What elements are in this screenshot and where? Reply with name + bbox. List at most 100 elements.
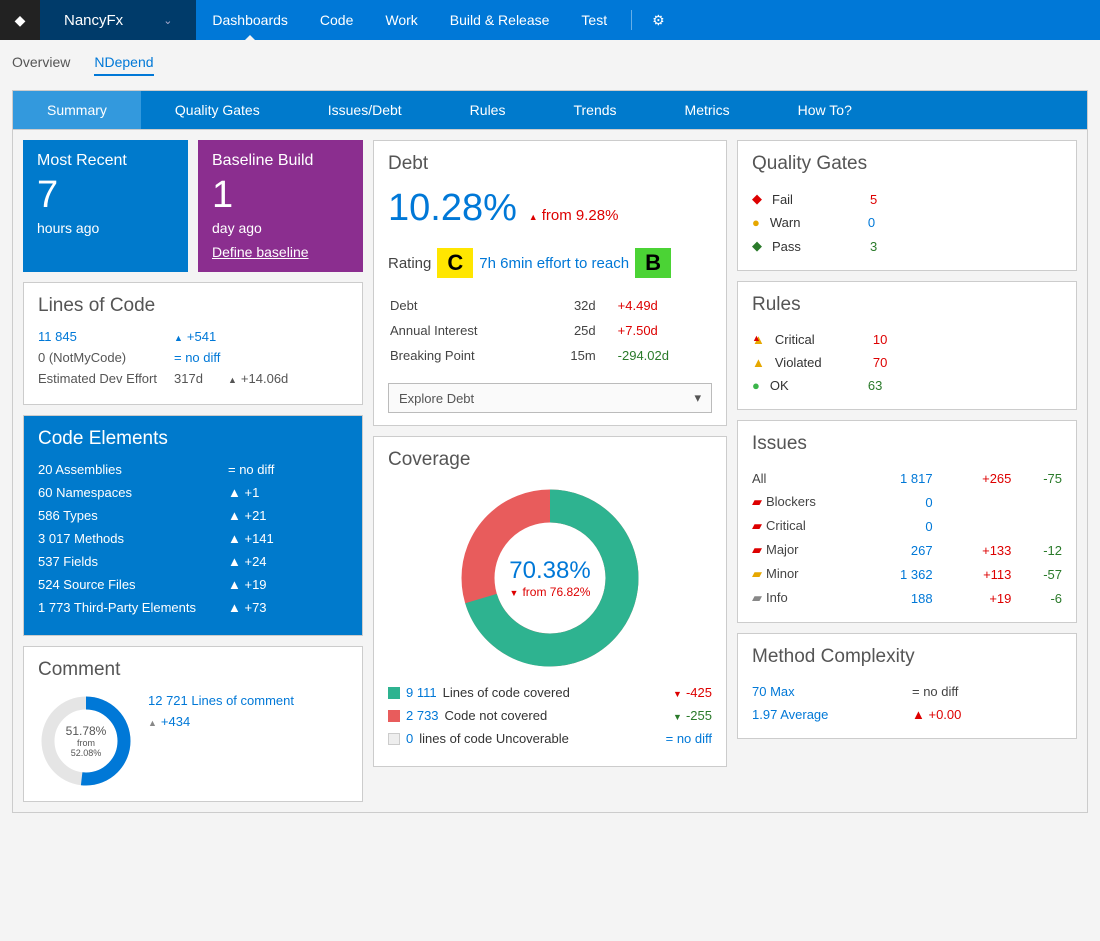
fail-icon: ◆ bbox=[752, 191, 762, 207]
gear-icon[interactable]: ⚙ bbox=[640, 12, 677, 29]
code-elem-row[interactable]: 586 Types▲ +21 bbox=[38, 508, 348, 523]
issue-row[interactable]: ▰Minor1 362+113-57 bbox=[752, 562, 1062, 586]
card-title: Code Elements bbox=[38, 428, 348, 450]
issue-row[interactable]: ▰Info188+19-6 bbox=[752, 586, 1062, 610]
debt-table: Debt32d+4.49dAnnual Interest25d+7.50dBre… bbox=[388, 292, 712, 369]
code-elem-row[interactable]: 537 Fields▲ +24 bbox=[38, 554, 348, 569]
comment-from-val: 52.08% bbox=[71, 748, 102, 758]
chevron-down-icon: ⌄ bbox=[163, 14, 172, 27]
coverage-pct: 70.38% bbox=[509, 557, 590, 585]
card-title: Method Complexity bbox=[752, 646, 1062, 668]
viol-icon: ▲ bbox=[752, 355, 765, 370]
issue-row[interactable]: ▰Critical0 bbox=[752, 514, 1062, 538]
mc-row[interactable]: 70 Max= no diff bbox=[752, 680, 1062, 703]
tile-baseline-build[interactable]: Baseline Build 1 day ago Define baseline bbox=[198, 140, 363, 272]
comment-donut: 51.78% from 52.08% bbox=[38, 693, 134, 789]
warn-icon: ● bbox=[752, 215, 760, 230]
loc-nodiff[interactable]: = no diff bbox=[174, 350, 220, 365]
loc-delta[interactable]: +541 bbox=[174, 329, 216, 344]
issue-row[interactable]: ▰Blockers0 bbox=[752, 490, 1062, 514]
card-title: Quality Gates bbox=[752, 153, 1062, 175]
loc-est-val: 317d bbox=[174, 371, 224, 386]
nav-build-release[interactable]: Build & Release bbox=[434, 0, 566, 40]
comment-pct: 51.78% bbox=[66, 724, 107, 738]
comment-count[interactable]: 12 721 Lines of comment bbox=[148, 693, 294, 708]
code-elem-row[interactable]: 1 773 Third-Party Elements▲ +73 bbox=[38, 600, 348, 615]
nav-test[interactable]: Test bbox=[565, 0, 623, 40]
square-icon bbox=[388, 733, 400, 745]
covered-label: Lines of code covered bbox=[443, 685, 570, 700]
issue-row[interactable]: ▰Major267+133-12 bbox=[752, 538, 1062, 562]
qg-row-fail[interactable]: ◆Fail5 bbox=[752, 187, 1062, 211]
nav-dashboards[interactable]: Dashboards bbox=[196, 0, 304, 40]
loc-est-delta: +14.06d bbox=[228, 371, 288, 386]
logo-icon[interactable]: ◆ bbox=[0, 0, 40, 40]
uncovered-label: Code not covered bbox=[445, 708, 548, 723]
project-selector[interactable]: NancyFx ⌄ bbox=[40, 0, 196, 40]
loc-count[interactable]: 11 845 bbox=[38, 329, 170, 344]
rule-row-violated[interactable]: ▲Violated70 bbox=[752, 351, 1062, 374]
uncovered-delta: -255 bbox=[673, 708, 712, 723]
chevron-down-icon: ▾ bbox=[694, 390, 701, 406]
card-rules: Rules ▲▲Critical10▲Violated70●OK63 bbox=[737, 281, 1077, 410]
card-title: Debt bbox=[388, 153, 712, 175]
uncoverable-delta[interactable]: = no diff bbox=[666, 731, 712, 746]
ok-icon: ● bbox=[752, 378, 760, 393]
covered-count[interactable]: 9 111 bbox=[406, 685, 437, 700]
coverage-from: from 76.82% bbox=[510, 585, 591, 599]
project-name: NancyFx bbox=[64, 12, 123, 29]
debt-row: Annual Interest25d+7.50d bbox=[390, 319, 710, 342]
sumtab-trends[interactable]: Trends bbox=[539, 91, 650, 129]
square-icon bbox=[388, 710, 400, 722]
explore-debt-dropdown[interactable]: Explore Debt ▾ bbox=[388, 383, 712, 413]
card-comment: Comment 51.78% from 52.08% 12 721 Lines … bbox=[23, 646, 363, 802]
rule-row-ok[interactable]: ●OK63 bbox=[752, 374, 1062, 397]
effort-text[interactable]: 7h 6min effort to reach bbox=[479, 255, 629, 272]
code-elem-row[interactable]: 60 Namespaces▲ +1 bbox=[38, 485, 348, 500]
sumtab-issues-debt[interactable]: Issues/Debt bbox=[294, 91, 436, 129]
code-elem-row[interactable]: 20 Assemblies= no diff bbox=[38, 462, 348, 477]
nav-separator bbox=[631, 10, 632, 30]
uncoverable-label: lines of code Uncoverable bbox=[419, 731, 569, 746]
rule-row-critical[interactable]: ▲▲Critical10 bbox=[752, 328, 1062, 351]
code-elem-row[interactable]: 3 017 Methods▲ +141 bbox=[38, 531, 348, 546]
card-title: Coverage bbox=[388, 449, 712, 471]
comment-delta[interactable]: +434 bbox=[148, 714, 294, 729]
pass-icon: ◆ bbox=[752, 238, 762, 254]
card-coverage: Coverage 70.38% from 76.82% 9 111 Lines … bbox=[373, 436, 727, 767]
loc-est-label: Estimated Dev Effort bbox=[38, 371, 170, 386]
qg-row-pass[interactable]: ◆Pass3 bbox=[752, 234, 1062, 258]
uncovered-count[interactable]: 2 733 bbox=[406, 708, 439, 723]
debt-row: Breaking Point15m-294.02d bbox=[390, 344, 710, 367]
mc-row[interactable]: 1.97 Average▲ +0.00 bbox=[752, 703, 1062, 726]
sumtab-summary[interactable]: Summary bbox=[13, 91, 141, 129]
nav-code[interactable]: Code bbox=[304, 0, 369, 40]
sub-tabs: Overview NDepend bbox=[0, 40, 1100, 90]
tile-most-recent[interactable]: Most Recent 7 hours ago bbox=[23, 140, 188, 272]
subtab-overview[interactable]: Overview bbox=[12, 54, 70, 76]
define-baseline-link[interactable]: Define baseline bbox=[212, 244, 309, 260]
card-method-complexity: Method Complexity 70 Max= no diff1.97 Av… bbox=[737, 633, 1077, 739]
nav-work[interactable]: Work bbox=[369, 0, 433, 40]
card-title: Comment bbox=[38, 659, 348, 681]
tile-unit: hours ago bbox=[37, 220, 174, 236]
debt-row: Debt32d+4.49d bbox=[390, 294, 710, 317]
top-nav: DashboardsCodeWorkBuild & ReleaseTest bbox=[196, 0, 623, 40]
sumtab-metrics[interactable]: Metrics bbox=[651, 91, 764, 129]
sumtab-how-to-[interactable]: How To? bbox=[764, 91, 886, 129]
card-code-elements: Code Elements 20 Assemblies= no diff 60 N… bbox=[23, 415, 363, 636]
comment-from-lbl: from bbox=[77, 738, 95, 748]
uncoverable-count[interactable]: 0 bbox=[406, 731, 413, 746]
debt-percent[interactable]: 10.28% bbox=[388, 187, 517, 230]
debt-from: from 9.28% bbox=[529, 207, 619, 224]
sumtab-quality-gates[interactable]: Quality Gates bbox=[141, 91, 294, 129]
card-title: Rules bbox=[752, 294, 1062, 316]
qg-row-warn[interactable]: ●Warn0 bbox=[752, 211, 1062, 234]
covered-delta: -425 bbox=[673, 685, 712, 700]
dashboard: Most Recent 7 hours ago Baseline Build 1… bbox=[12, 129, 1088, 813]
subtab-ndepend[interactable]: NDepend bbox=[94, 54, 153, 76]
tile-value: 7 bbox=[37, 176, 174, 214]
issue-row[interactable]: All1 817+265-75 bbox=[752, 467, 1062, 490]
code-elem-row[interactable]: 524 Source Files▲ +19 bbox=[38, 577, 348, 592]
sumtab-rules[interactable]: Rules bbox=[436, 91, 540, 129]
